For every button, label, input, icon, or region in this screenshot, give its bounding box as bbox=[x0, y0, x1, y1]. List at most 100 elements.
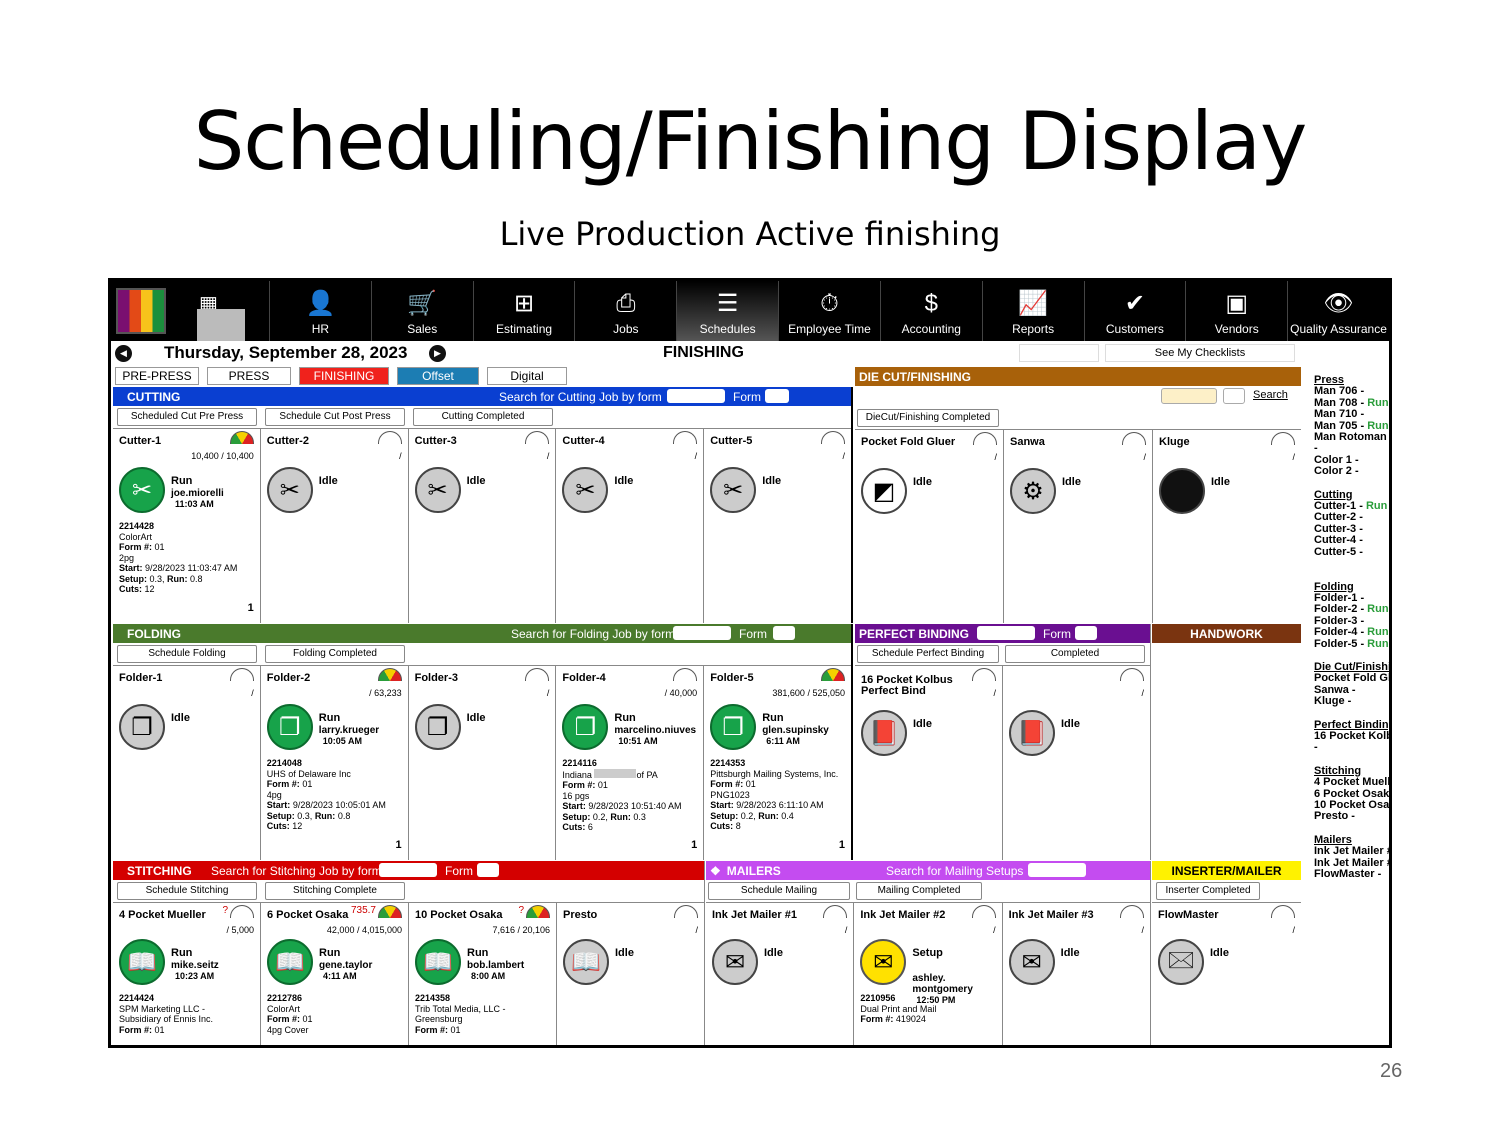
nav-accounting[interactable]: $ Accounting bbox=[879, 281, 982, 341]
machine-card-folder-3[interactable]: Folder-3 / ❐ Idle bbox=[409, 666, 557, 860]
machine-card-folder-1[interactable]: Folder-1 / ❐ Idle bbox=[113, 666, 261, 860]
schedule-perfect-binding-button[interactable]: Schedule Perfect Binding bbox=[857, 645, 999, 663]
perfect-form-input[interactable] bbox=[1075, 626, 1097, 640]
dollar-icon: $ bbox=[924, 290, 938, 317]
sidebar-machine-status bbox=[1314, 558, 1389, 569]
tab-digital[interactable]: Digital bbox=[487, 367, 567, 385]
machine-card-sanwa[interactable]: Sanwa / ⚙ Idle bbox=[1004, 430, 1153, 623]
tab-finishing[interactable]: FINISHING bbox=[299, 367, 389, 385]
tab-pre-press[interactable]: PRE-PRESS bbox=[115, 367, 199, 385]
tab-offset[interactable]: Offset bbox=[397, 367, 479, 385]
machine-card-cutter-1[interactable]: Cutter-1 10,400 / 10,400 ✂ Run joe.miore… bbox=[113, 429, 261, 623]
nav-vendors[interactable]: ▣ Vendors bbox=[1185, 281, 1287, 341]
nav-jobs[interactable]: ⎙ Jobs bbox=[574, 281, 676, 341]
nav-hr[interactable]: 👤 HR bbox=[269, 281, 371, 341]
nav-employee-time[interactable]: ⏱ Employee Time bbox=[778, 281, 880, 341]
machine-card-ink-jet-mailer-1[interactable]: Ink Jet Mailer #1 / ✉ Idle bbox=[706, 903, 855, 1045]
folding-search-input[interactable] bbox=[673, 626, 731, 640]
diecut-search-input[interactable] bbox=[1161, 388, 1217, 404]
redacted-block bbox=[594, 768, 637, 778]
machine-card-ink-jet-mailer-3[interactable]: Ink Jet Mailer #3 / ✉ Idle bbox=[1003, 903, 1150, 1045]
machine-status-sidebar: Press Man 706 - Man 708 - Run Man 710 - Man … bbox=[1314, 375, 1389, 1045]
schedule-stitching-button[interactable]: Schedule Stitching bbox=[117, 882, 257, 900]
date-input[interactable] bbox=[1019, 344, 1099, 362]
machine-card-presto[interactable]: Presto / 📖 Idle bbox=[557, 903, 704, 1045]
see-my-checklists-button[interactable]: See My Checklists bbox=[1105, 344, 1295, 362]
machine-card-kluge[interactable]: Kluge / Idle bbox=[1153, 430, 1301, 623]
next-day-button[interactable]: ▶ bbox=[429, 344, 446, 362]
machine-card-4-pocket-mueller[interactable]: 4 Pocket Mueller? / 5,000 📖 Run mike.sei… bbox=[113, 903, 261, 1045]
cutting-completed-button[interactable]: Cutting Completed bbox=[413, 408, 553, 426]
nav-reports[interactable]: 📈 Reports bbox=[981, 281, 1084, 341]
machine-card-folder-5[interactable]: Folder-5 381,600 / 525,050 ❐ Run glen.su… bbox=[704, 666, 851, 860]
gauge-icon bbox=[1271, 905, 1295, 918]
person-icon: 👤 bbox=[305, 290, 336, 317]
schedule-folding-button[interactable]: Schedule Folding bbox=[117, 645, 257, 663]
handwork-header: HANDWORK bbox=[1152, 624, 1301, 643]
cutting-search-input[interactable] bbox=[667, 389, 725, 403]
mailers-search-label: Search for Mailing Setups bbox=[886, 863, 1024, 878]
mailers-search-input[interactable] bbox=[1028, 863, 1086, 877]
cutting-form-input[interactable] bbox=[765, 389, 789, 403]
machine-card-pocket-fold-gluer[interactable]: Pocket Fold Gluer / ◩ Idle bbox=[855, 430, 1004, 623]
folding-search-label: Search for Folding Job by form bbox=[511, 626, 676, 641]
machine-card-cutter-5[interactable]: Cutter-5 / ✂ Idle bbox=[704, 429, 851, 623]
envelope-icon: ✉ bbox=[860, 939, 907, 985]
machine-card-flowmaster[interactable]: FlowMaster / 🖂 Idle bbox=[1152, 903, 1301, 1045]
home-nav[interactable]: ▦ bbox=[171, 281, 269, 341]
gauge-icon bbox=[1122, 432, 1146, 445]
gauge-icon bbox=[230, 905, 254, 918]
machine-card-perfect-binder-2[interactable]: / 📕 Idle bbox=[1003, 666, 1150, 860]
machine-card-6-pocket-osaka[interactable]: 6 Pocket Osaka 735.7 42,000 / 4,015,000 📖… bbox=[261, 903, 409, 1045]
perfect-search-input[interactable] bbox=[977, 626, 1035, 640]
nav-schedules[interactable]: ☰ Schedules bbox=[676, 281, 779, 341]
machine-card-folder-4[interactable]: Folder-4 / 40,000 ❐ Run marcelino.niuves… bbox=[556, 666, 705, 860]
cutting-header: CUTTING Search for Cutting Job by form F… bbox=[113, 387, 851, 406]
app-logo[interactable] bbox=[111, 281, 171, 341]
perfect-binding-completed-button[interactable]: Completed bbox=[1005, 645, 1145, 663]
gauge-icon bbox=[971, 905, 996, 918]
id-card-icon: ▣ bbox=[1225, 290, 1249, 317]
mailers-header: ❖ MAILERS Search for Mailing Setups bbox=[706, 861, 1150, 880]
nav-quality-assurance[interactable]: 👁 Quality Assurance bbox=[1287, 281, 1389, 341]
stitching-header: STITCHING Search for Stitching Job by fo… bbox=[113, 861, 704, 880]
machine-card-ink-jet-mailer-2[interactable]: Ink Jet Mailer #2 / ✉ Setup ashley. mont… bbox=[854, 903, 1003, 1045]
diecut-form-input[interactable] bbox=[1223, 388, 1245, 404]
schedule-cut-post-press-button[interactable]: Schedule Cut Post Press bbox=[265, 408, 405, 426]
machine-card-cutter-2[interactable]: Cutter-2 / ✂ Idle bbox=[261, 429, 409, 623]
schedule-mailing-button[interactable]: Schedule Mailing bbox=[708, 882, 850, 900]
app-window: ▦ 👤 HR 🛒 Sales ⊞ Estimating ⎙ Jobs ☰ Schedule… bbox=[108, 278, 1392, 1048]
gauge-icon bbox=[378, 905, 402, 918]
gauge-icon bbox=[525, 431, 550, 444]
folding-completed-button[interactable]: Folding Completed bbox=[265, 645, 405, 663]
inserter-completed-button[interactable]: Inserter Completed bbox=[1156, 882, 1260, 900]
mailing-completed-button[interactable]: Mailing Completed bbox=[856, 882, 982, 900]
nav-sales[interactable]: 🛒 Sales bbox=[370, 281, 473, 341]
run-status: Run bbox=[1367, 637, 1389, 650]
run-status: Run bbox=[1367, 603, 1389, 616]
machine-card-10-pocket-osaka[interactable]: 10 Pocket Osaka? 7,616 / 20,106 📖 Run bo… bbox=[409, 903, 557, 1045]
machine-card-16-pocket-kolbus[interactable]: 16 Pocket Kolbus Perfect Bind / 📕 Idle bbox=[855, 666, 1003, 860]
gauge-icon bbox=[673, 431, 698, 444]
cutting-panel: CUTTING Search for Cutting Job by form F… bbox=[113, 387, 853, 623]
perfect-binding-panel: PERFECT BINDING Form Schedule Perfect Bi… bbox=[855, 624, 1151, 860]
scheduled-cut-pre-press-button[interactable]: Scheduled Cut Pre Press bbox=[117, 408, 257, 426]
diecut-search-link[interactable]: Search bbox=[1253, 389, 1288, 401]
tab-press[interactable]: PRESS bbox=[207, 367, 291, 385]
stitching-complete-button[interactable]: Stitching Complete bbox=[265, 882, 405, 900]
gauge-icon bbox=[229, 668, 254, 681]
stitching-search-input[interactable] bbox=[379, 863, 437, 877]
section-title: FINISHING bbox=[663, 344, 744, 361]
dropbox-icon: ❖ bbox=[710, 863, 721, 878]
nav-customers[interactable]: ✔ Customers bbox=[1083, 281, 1186, 341]
diecut-finishing-completed-button[interactable]: DieCut/Finishing Completed bbox=[857, 409, 999, 427]
machine-card-cutter-3[interactable]: Cutter-3 / ✂ Idle bbox=[409, 429, 557, 623]
stitching-form-input[interactable] bbox=[477, 863, 499, 877]
nav-estimating[interactable]: ⊞ Estimating bbox=[472, 281, 575, 341]
machine-card-cutter-4[interactable]: Cutter-4 / ✂ Idle bbox=[556, 429, 705, 623]
folding-form-input[interactable] bbox=[773, 626, 795, 640]
prev-day-button[interactable]: ◀ bbox=[115, 344, 132, 362]
cart-icon: 🛒 bbox=[407, 290, 438, 317]
die-cut-icon: ⚙ bbox=[1010, 468, 1056, 514]
machine-card-folder-2[interactable]: Folder-2 / 63,233 ❐ Run larry.krueger 10… bbox=[261, 666, 409, 860]
